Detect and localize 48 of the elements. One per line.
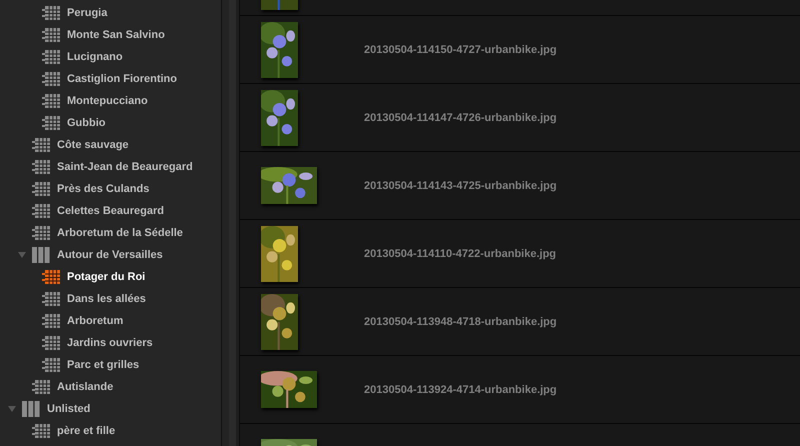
file-name: 20130504-114150-4727-urbanbike.jpg bbox=[364, 44, 557, 56]
sidebar-item[interactable]: Près des Culands bbox=[57, 183, 150, 195]
grid-icon bbox=[32, 138, 50, 152]
grid-icon bbox=[42, 6, 60, 20]
sidebar-item[interactable]: Parc et grilles bbox=[67, 359, 140, 371]
file-name: 20130504-114110-4722-urbanbike.jpg bbox=[364, 248, 556, 260]
sidebar-item[interactable]: Unlisted bbox=[47, 403, 90, 415]
stack-icon bbox=[22, 401, 40, 417]
grid-icon bbox=[32, 204, 50, 218]
sidebar-item[interactable]: Lucignano bbox=[67, 51, 123, 63]
grid-icon bbox=[42, 72, 60, 86]
file-name: 20130504-113924-4714-urbanbike.jpg bbox=[364, 384, 557, 396]
grid-icon bbox=[32, 160, 50, 174]
disclosure-triangle[interactable] bbox=[8, 406, 16, 412]
sidebar-item[interactable]: Autislande bbox=[57, 381, 114, 393]
sidebar-item[interactable]: Dans les allées bbox=[67, 293, 146, 305]
grid-icon bbox=[32, 226, 50, 240]
sidebar-item[interactable]: Arboretum bbox=[67, 315, 124, 327]
sidebar-item[interactable]: Côte sauvage bbox=[57, 139, 129, 151]
grid-icon bbox=[42, 270, 60, 284]
sidebar-item[interactable]: Autour de Versailles bbox=[57, 249, 163, 261]
file-name: 20130504-114143-4725-urbanbike.jpg bbox=[364, 180, 557, 192]
grid-icon bbox=[42, 314, 60, 328]
sidebar-item[interactable]: Castiglion Fiorentino bbox=[67, 73, 177, 85]
sidebar-item[interactable]: père et fille bbox=[57, 425, 116, 437]
grid-icon bbox=[42, 28, 60, 42]
grid-icon bbox=[42, 292, 60, 306]
sidebar-item[interactable]: Arboretum de la Sédelle bbox=[57, 227, 183, 239]
grid-icon bbox=[42, 116, 60, 130]
file-name: 20130504-114147-4726-urbanbike.jpg bbox=[364, 112, 557, 124]
file-name: 20130504-113948-4718-urbanbike.jpg bbox=[364, 316, 557, 328]
sidebar-item[interactable]: Perugia bbox=[67, 7, 108, 19]
sidebar-item[interactable]: Gubbio bbox=[67, 117, 106, 129]
grid-icon bbox=[42, 358, 60, 372]
grid-icon bbox=[42, 50, 60, 64]
grid-icon bbox=[42, 336, 60, 350]
disclosure-triangle[interactable] bbox=[18, 252, 26, 258]
sidebar-item[interactable]: Monte San Salvino bbox=[67, 29, 165, 41]
grid-icon bbox=[32, 424, 50, 438]
stack-icon bbox=[32, 247, 50, 263]
grid-icon bbox=[42, 94, 60, 108]
sidebar-item[interactable]: Jardins ouvriers bbox=[67, 337, 153, 349]
sidebar-item[interactable]: Saint-Jean de Beauregard bbox=[57, 161, 193, 173]
sidebar-item[interactable]: Potager du Roi bbox=[67, 271, 146, 283]
sidebar-item[interactable]: Celettes Beauregard bbox=[57, 205, 164, 217]
grid-icon bbox=[32, 380, 50, 394]
sidebar-item[interactable]: Montepucciano bbox=[67, 95, 148, 107]
grid-icon bbox=[32, 182, 50, 196]
